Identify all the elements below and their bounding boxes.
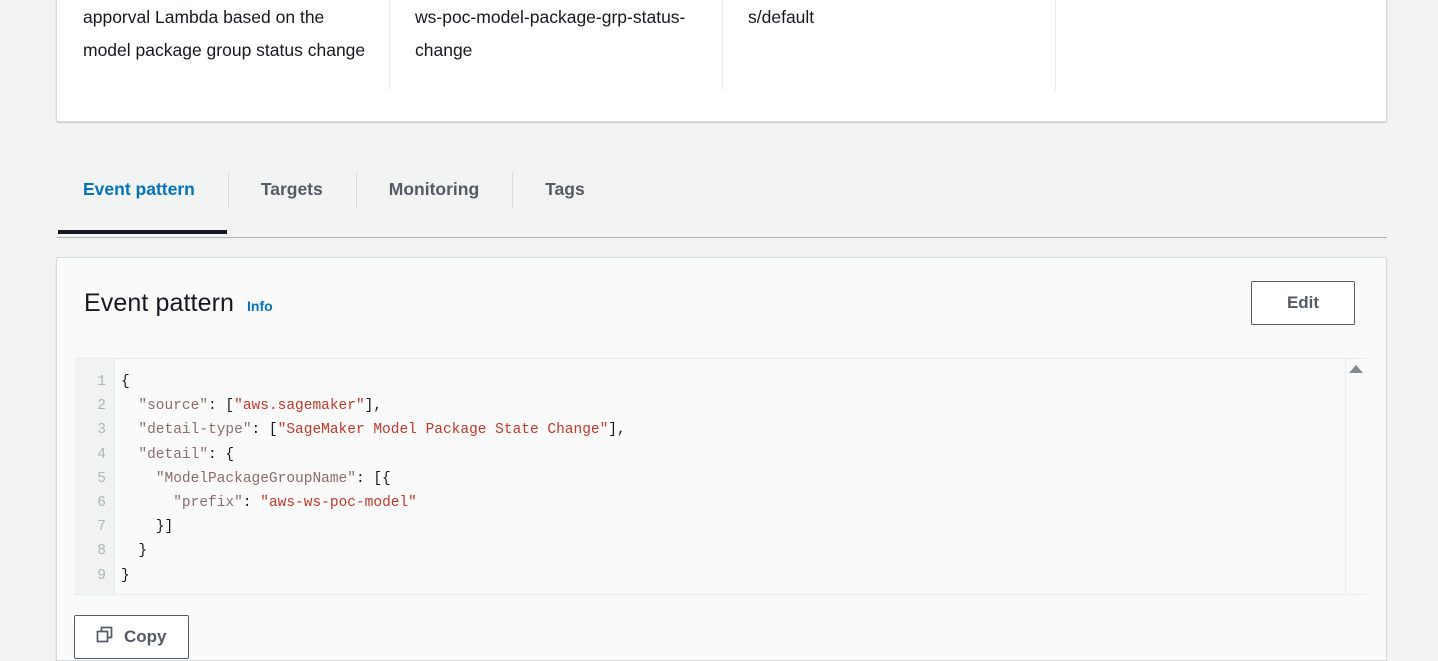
line-number: 5 [74,467,114,491]
info-link[interactable]: Info [247,298,273,314]
copy-button[interactable]: Copy [74,615,189,659]
summary-value-description: apporval Lambda based on the model packa… [83,1,367,67]
line-number: 2 [74,394,114,418]
copy-icon [96,626,113,648]
summary-column-empty [1055,0,1386,121]
summary-value-event-bus: s/default [748,1,1033,34]
summary-column-event-bus: s/default [722,0,1055,121]
code-line: } [121,564,1366,588]
code-line: }] [121,515,1366,539]
rule-summary-card: apporval Lambda based on the model packa… [56,0,1387,122]
code-line: { [121,370,1366,394]
tabs-divider [57,237,1387,238]
tab-monitoring[interactable]: Monitoring [356,160,512,218]
page-title: Event pattern [84,289,234,318]
code-line: "prefix": "aws-ws-poc-model" [121,491,1366,515]
code-content[interactable]: { "source": ["aws.sagemaker"], "detail-t… [115,359,1366,594]
code-vertical-scrollbar[interactable] [1345,359,1366,594]
line-number: 6 [74,491,114,515]
tab-event-pattern[interactable]: Event pattern [57,160,228,218]
scroll-up-arrow-icon[interactable] [1349,365,1363,373]
tab-tags-label: Tags [545,179,585,200]
event-pattern-code-viewer: 1 2 3 4 5 6 7 8 9 { "source": ["aws.sage… [74,358,1366,595]
tab-targets[interactable]: Targets [228,160,356,218]
code-line: "detail-type": ["SageMaker Model Package… [121,418,1366,442]
line-number: 4 [74,443,114,467]
tab-targets-label: Targets [261,179,323,200]
code-line: } [121,539,1366,563]
line-number: 9 [74,564,114,588]
code-line: "detail": { [121,443,1366,467]
code-line-number-gutter: 1 2 3 4 5 6 7 8 9 [74,359,115,594]
code-line: "source": ["aws.sagemaker"], [121,394,1366,418]
line-number: 1 [74,370,114,394]
tab-monitoring-label: Monitoring [389,179,479,200]
line-number: 7 [74,515,114,539]
summary-column-description: apporval Lambda based on the model packa… [57,0,389,121]
tab-list: Event pattern Targets Monitoring Tags [57,160,1387,234]
code-line: "ModelPackageGroupName": [{ [121,467,1366,491]
tab-event-pattern-label: Event pattern [83,179,195,200]
edit-button[interactable]: Edit [1251,281,1355,325]
summary-column-rule-name: ws-poc-model-package-grp-status-change [389,0,722,121]
summary-value-rule-name: ws-poc-model-package-grp-status-change [415,1,700,67]
rule-detail-tabs: Event pattern Targets Monitoring Tags [57,160,1387,238]
copy-button-label: Copy [124,627,167,647]
line-number: 8 [74,539,114,563]
tab-tags[interactable]: Tags [512,160,618,218]
line-number: 3 [74,418,114,442]
event-pattern-card: Event pattern Info Edit 1 2 3 4 5 6 7 8 … [56,257,1387,661]
event-pattern-card-header: Event pattern Info Edit [57,258,1386,348]
